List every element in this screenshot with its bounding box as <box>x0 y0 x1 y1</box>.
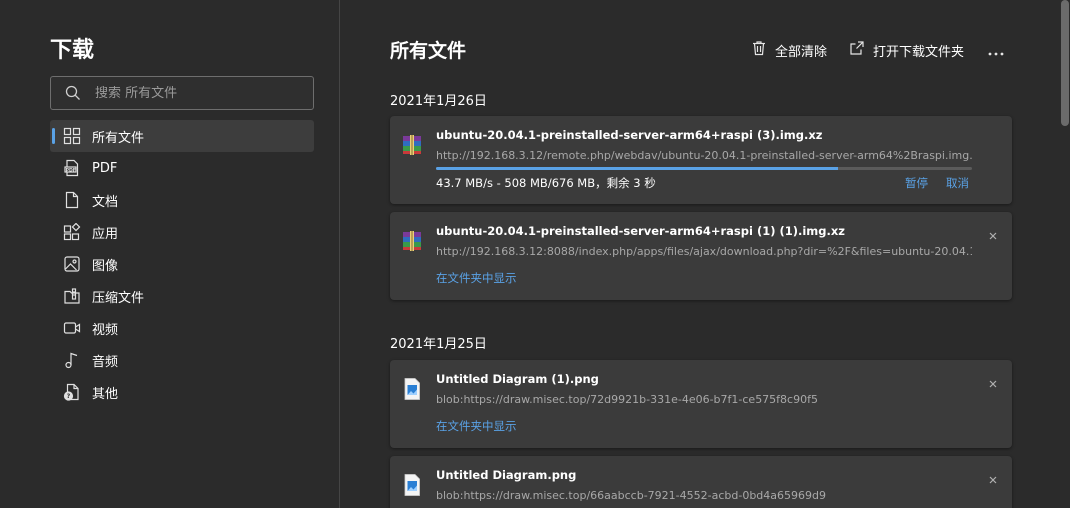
search-box[interactable] <box>50 76 314 110</box>
download-item[interactable]: Untitled Diagram (1).png blob:https://dr… <box>390 360 1012 448</box>
sidebar-title: 下载 <box>50 38 95 63</box>
downloads-page: 下载 所有文件 PDF PDF <box>0 0 1070 508</box>
nav-label: 文档 <box>92 194 119 210</box>
close-icon[interactable] <box>988 374 998 388</box>
more-options-button[interactable] <box>986 40 1006 60</box>
nav-label: 压缩文件 <box>92 290 145 306</box>
more-horizontal-icon <box>988 41 1004 60</box>
nav-item-all-files[interactable]: 所有文件 <box>50 120 314 152</box>
nav-item-videos[interactable]: 视频 <box>50 312 314 344</box>
nav-label: PDF <box>92 160 118 176</box>
trash-icon <box>751 40 775 60</box>
category-nav: 所有文件 PDF PDF 文档 应用 图像 压缩文件 视频 音频 ? 其他 <box>50 120 314 408</box>
main-panel: 所有文件 全部清除 打开下载文件夹 2021年1月26日 ubuntu-20.0… <box>341 0 1070 508</box>
nav-label: 应用 <box>92 226 119 242</box>
pause-button[interactable]: 暂停 <box>905 175 928 191</box>
image-icon <box>63 255 81 273</box>
nav-item-archives[interactable]: 压缩文件 <box>50 280 314 312</box>
open-external-icon <box>849 40 873 60</box>
nav-label: 音频 <box>92 354 119 370</box>
toolbar: 全部清除 打开下载文件夹 <box>751 38 1006 62</box>
date-heading: 2021年1月26日 <box>390 94 487 109</box>
show-in-folder-link[interactable]: 在文件夹中显示 <box>436 270 517 286</box>
download-progress-fill <box>436 167 838 170</box>
close-icon[interactable] <box>988 226 998 240</box>
nav-item-pdf[interactable]: PDF PDF <box>50 152 314 184</box>
video-icon <box>63 319 81 337</box>
nav-label: 所有文件 <box>92 130 145 146</box>
search-input[interactable] <box>95 85 295 101</box>
grid-icon <box>63 127 81 145</box>
png-image-icon <box>400 473 424 497</box>
file-url: blob:https://draw.misec.top/66aabccb-792… <box>436 489 826 502</box>
search-icon <box>65 85 81 101</box>
close-icon[interactable] <box>988 470 998 484</box>
nav-item-other[interactable]: ? 其他 <box>50 376 314 408</box>
file-url: blob:https://draw.misec.top/72d9921b-331… <box>436 393 818 406</box>
scrollbar[interactable] <box>1060 0 1070 508</box>
png-image-icon <box>400 377 424 401</box>
music-icon <box>63 351 81 369</box>
nav-item-apps[interactable]: 应用 <box>50 216 314 248</box>
download-progress-bar <box>436 167 972 170</box>
download-item[interactable]: ubuntu-20.04.1-preinstalled-server-arm64… <box>390 116 1012 204</box>
nav-label: 视频 <box>92 322 119 338</box>
unknown-file-icon: ? <box>63 383 81 401</box>
scrollbar-thumb[interactable] <box>1061 0 1069 126</box>
file-name[interactable]: ubuntu-20.04.1-preinstalled-server-arm64… <box>436 224 845 238</box>
winrar-archive-icon <box>400 229 424 253</box>
nav-label: 其他 <box>92 386 119 402</box>
svg-text:PDF: PDF <box>66 167 76 173</box>
apps-icon <box>63 223 81 241</box>
date-heading: 2021年1月25日 <box>390 337 487 352</box>
file-url: http://192.168.3.12:8088/index.php/apps/… <box>436 245 972 258</box>
pdf-icon: PDF <box>63 159 81 177</box>
download-item[interactable]: Untitled Diagram.png blob:https://draw.m… <box>390 456 1012 508</box>
document-icon <box>63 191 81 209</box>
sidebar: 下载 所有文件 PDF PDF <box>0 0 340 508</box>
file-name[interactable]: ubuntu-20.04.1-preinstalled-server-arm64… <box>436 128 822 142</box>
svg-text:?: ? <box>67 393 71 400</box>
file-url: http://192.168.3.12/remote.php/webdav/ub… <box>436 149 972 162</box>
show-in-folder-link[interactable]: 在文件夹中显示 <box>436 418 517 434</box>
nav-item-audio[interactable]: 音频 <box>50 344 314 376</box>
clear-all-label: 全部清除 <box>774 44 827 60</box>
open-downloads-folder-button[interactable]: 打开下载文件夹 <box>849 40 964 60</box>
file-name[interactable]: Untitled Diagram (1).png <box>436 372 599 386</box>
download-item[interactable]: ubuntu-20.04.1-preinstalled-server-arm64… <box>390 212 1012 300</box>
file-name[interactable]: Untitled Diagram.png <box>436 468 576 482</box>
download-status: 43.7 MB/s - 508 MB/676 MB，剩余 3 秒 <box>436 176 656 190</box>
page-title: 所有文件 <box>390 40 467 62</box>
cancel-button[interactable]: 取消 <box>946 175 969 191</box>
nav-item-documents[interactable]: 文档 <box>50 184 314 216</box>
zip-icon <box>63 287 81 305</box>
nav-label: 图像 <box>92 258 119 274</box>
clear-all-button[interactable]: 全部清除 <box>751 40 827 60</box>
winrar-archive-icon <box>400 133 424 157</box>
nav-item-images[interactable]: 图像 <box>50 248 314 280</box>
open-folder-label: 打开下载文件夹 <box>872 44 964 60</box>
